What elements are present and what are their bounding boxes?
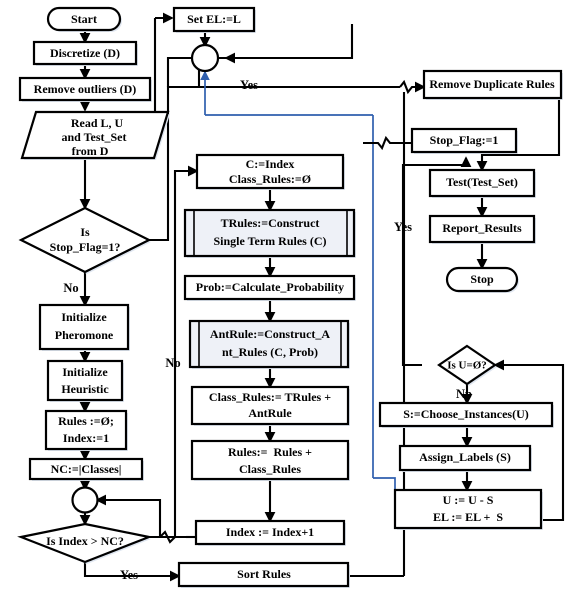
flowchart-svg: Start Discretize (D) Remove outliers (D)… (17, 6, 565, 588)
node-class-rules-sum-line1: Class_Rules:= TRules + (209, 390, 331, 404)
node-init-heuristic[interactable]: Initialize Heuristic (46, 359, 124, 402)
node-nc-classes-label: NC:=|Classes| (51, 462, 122, 476)
edge-blue-to-update-sets (373, 477, 396, 490)
node-antrule[interactable]: AntRule:=Construct_A nt_Rules (C, Prob) (188, 319, 350, 369)
node-report-results-label: Report_Results (442, 221, 522, 235)
node-remove-outliers[interactable]: Remove outliers (D) (18, 76, 152, 102)
edge-label-yes-u-empty: Yes (394, 220, 412, 234)
node-is-stop-flag-line2: Stop_Flag=1? (50, 240, 121, 254)
node-remove-dup-label: Remove Duplicate Rules (429, 77, 555, 91)
node-class-rules-sum[interactable]: Class_Rules:= TRules + AntRule (190, 385, 350, 426)
node-c-index-line2: Class_Rules:=Ø (229, 172, 311, 186)
node-index-inc-label: Index := Index+1 (226, 525, 314, 539)
node-init-heuristic-line1: Initialize (62, 365, 108, 379)
node-rules-sum-line2: Class_Rules (239, 462, 301, 476)
flowchart-container: Start Discretize (D) Remove outliers (D)… (0, 0, 575, 600)
node-update-sets[interactable]: U := U - S EL := EL + S (393, 488, 543, 530)
node-is-index-gt-nc-label: Is Index > NC? (46, 534, 124, 548)
node-update-sets-line1: U := U - S (443, 493, 494, 507)
node-nc-classes[interactable]: NC:=|Classes| (28, 457, 144, 481)
node-test-testset-label: Test(Test_Set) (446, 175, 518, 189)
node-init-pheromone-line1: Initialize (61, 310, 107, 324)
node-rules-sum[interactable]: Rules:= Rules + Class_Rules (190, 439, 350, 481)
node-antrule-line1: AntRule:=Construct_A (210, 327, 330, 341)
node-rules-index-line2: Index:=1 (63, 431, 109, 445)
node-is-stop-flag[interactable]: Is Stop_Flag=1? (18, 206, 152, 274)
node-class-rules-sum-line2: AntRule (248, 406, 292, 420)
node-is-u-empty-label: Is U=Ø? (447, 360, 487, 372)
node-discretize-label: Discretize (D) (50, 46, 120, 60)
node-rules-index-line1: Rules :=Ø; (58, 414, 114, 428)
node-init-heuristic-line2: Heuristic (61, 382, 109, 396)
node-rules-sum-line1: Rules:= Rules + (228, 445, 312, 459)
node-is-index-gt-nc[interactable]: Is Index > NC? (17, 522, 153, 564)
node-stop-flag-set[interactable]: Stop_Flag:=1 (410, 127, 518, 154)
node-start[interactable]: Start (46, 6, 122, 32)
node-sort-rules-label: Sort Rules (237, 567, 291, 581)
edge-yes-hop-to-remove-dup (399, 79, 426, 95)
node-start-label: Start (71, 12, 97, 26)
node-is-u-empty[interactable]: Is U=Ø? (437, 344, 497, 386)
node-prob-label: Prob:=Calculate_Probability (196, 280, 344, 294)
edge-label-no-index: No (165, 356, 180, 370)
node-init-pheromone-line2: Pheromone (55, 328, 114, 342)
node-stop-label: Stop (470, 272, 494, 286)
node-trules[interactable]: TRules:=Construct Single Term Rules (C) (183, 208, 356, 258)
node-read-data-line2: and Test_Set (61, 130, 126, 144)
node-prob[interactable]: Prob:=Calculate_Probability (183, 274, 356, 301)
node-trules-line2: Single Term Rules (C) (213, 234, 326, 248)
edge-label-no-stop-flag: No (63, 281, 78, 295)
edge-label-yes-stop-flag: Yes (240, 78, 258, 92)
node-test-testset[interactable]: Test(Test_Set) (428, 168, 536, 198)
node-choose-instances[interactable]: S:=Choose_Instances(U) (378, 401, 554, 428)
node-choose-instances-label: S:=Choose_Instances(U) (403, 407, 529, 421)
node-read-data-line3: from D (72, 144, 109, 158)
node-read-data[interactable]: Read L, U and Test_Set from D (20, 110, 170, 160)
node-init-pheromone[interactable]: Initialize Pheromone (38, 303, 130, 351)
node-stop-flag-set-label: Stop_Flag:=1 (430, 133, 499, 147)
node-c-index[interactable]: C:=Index Class_Rules:=Ø (195, 153, 345, 190)
node-c-index-line1: C:=Index (246, 157, 295, 171)
node-assign-labels-label: Assign_Labels (S) (419, 450, 511, 464)
node-assign-labels[interactable]: Assign_Labels (S) (398, 444, 532, 472)
node-set-el[interactable]: Set EL:=L (172, 6, 256, 33)
node-remove-outliers-label: Remove outliers (D) (34, 82, 137, 96)
node-sort-rules[interactable]: Sort Rules (177, 561, 350, 588)
edge-label-yes-index: Yes (120, 568, 138, 582)
node-index-inc[interactable]: Index := Index+1 (194, 519, 346, 546)
node-report-results[interactable]: Report_Results (428, 214, 536, 244)
node-discretize[interactable]: Discretize (D) (32, 40, 138, 66)
node-antrule-line2: nt_Rules (C, Prob) (222, 345, 318, 359)
node-read-data-line1: Read L, U (71, 116, 124, 130)
node-merge-top (190, 43, 220, 73)
node-set-el-label: Set EL:=L (187, 12, 241, 26)
node-remove-dup[interactable]: Remove Duplicate Rules (422, 69, 563, 100)
node-rules-index[interactable]: Rules :=Ø; Index:=1 (44, 409, 128, 451)
edge-label-no-u-empty: Np (456, 387, 472, 401)
node-merge-loop (71, 486, 99, 514)
node-stop[interactable]: Stop (445, 266, 519, 293)
node-is-stop-flag-line1: Is (80, 225, 90, 239)
node-update-sets-line2: EL := EL + S (433, 510, 503, 524)
node-trules-line1: TRules:=Construct (221, 216, 320, 230)
